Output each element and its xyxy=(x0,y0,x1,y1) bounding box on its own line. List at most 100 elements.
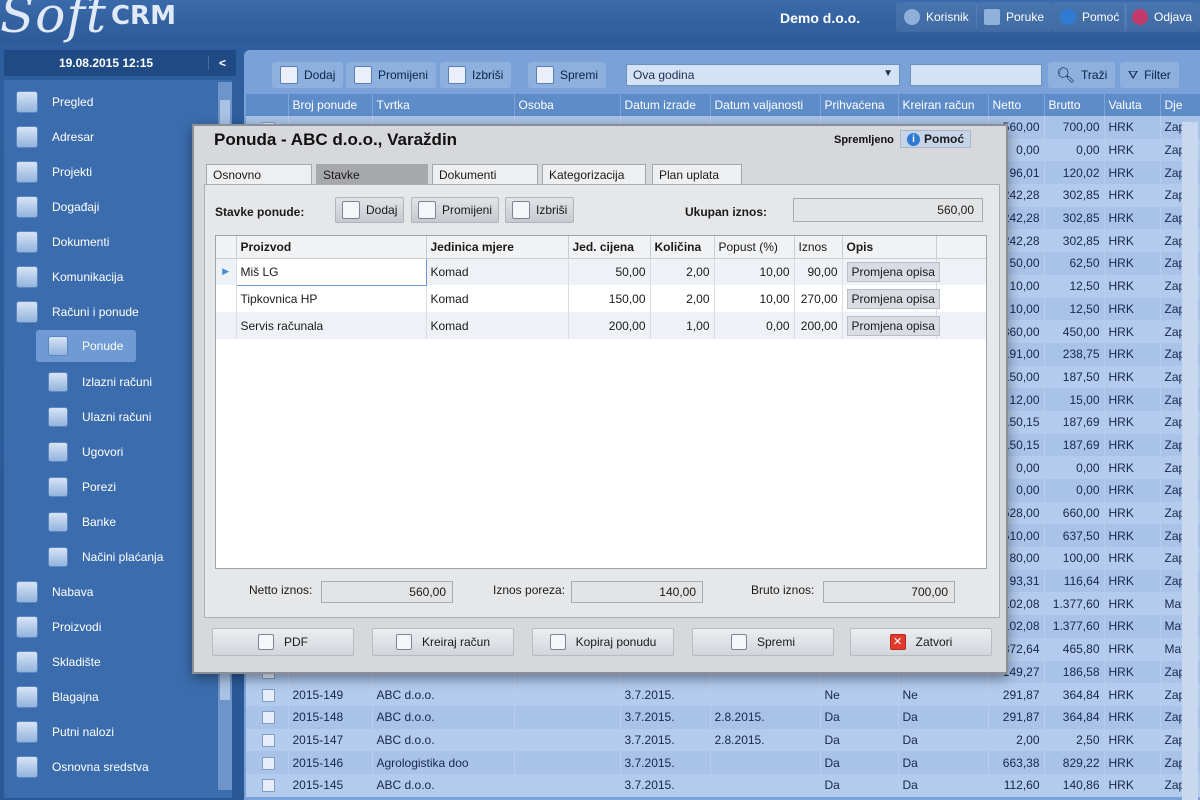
sidebar-item-proizvodi[interactable]: Proizvodi xyxy=(16,611,216,643)
sidebar-item-nabava[interactable]: Nabava xyxy=(16,576,216,608)
items-column-header[interactable]: Količina xyxy=(650,236,715,259)
sidebar-item-dogadaji[interactable]: Događaji xyxy=(16,191,216,223)
item-description-cell[interactable]: Promjena opisa xyxy=(842,285,940,312)
item-cell[interactable]: Servis računala xyxy=(236,312,427,339)
add-item-button[interactable]: Dodaj xyxy=(335,197,405,223)
item-cell[interactable]: Miš LG xyxy=(235,257,427,286)
add-button[interactable]: Dodaj xyxy=(272,62,344,88)
sidebar-item-blagajna[interactable]: Blagajna xyxy=(16,681,216,713)
edit-button[interactable]: Promijeni xyxy=(346,62,437,88)
sidebar-item-skladiste[interactable]: Skladište xyxy=(16,646,216,678)
change-description-button[interactable]: Promjena opisa xyxy=(846,261,940,282)
sidebar-item-pregled[interactable]: Pregled xyxy=(16,86,216,118)
item-cell[interactable]: 200,00 xyxy=(794,312,843,339)
row-checkbox[interactable] xyxy=(262,756,276,770)
tab-kategorizacija[interactable]: Kategorizacija xyxy=(542,164,646,184)
item-cell[interactable]: 150,00 xyxy=(568,285,651,312)
logout-button[interactable]: Odjava xyxy=(1124,2,1200,32)
change-description-button[interactable]: Promjena opisa xyxy=(846,315,940,336)
delete-item-button[interactable]: Izbriši xyxy=(505,197,575,223)
row-checkbox[interactable] xyxy=(262,688,276,702)
table-row[interactable]: 2015-148 ABC d.o.o. 3.7.2015. 2.8.2015. Da Da… xyxy=(246,705,1200,729)
item-cell[interactable]: Tipkovnica HP xyxy=(236,285,427,312)
close-button[interactable]: ✕ Zatvori xyxy=(850,628,992,656)
sidebar-item-nacini-placanja[interactable]: Načini plaćanja xyxy=(48,541,216,573)
grid-column-header[interactable]: Kreiran račun xyxy=(898,94,989,116)
sidebar-item-ulazni-racuni[interactable]: Ulazni računi xyxy=(48,401,216,433)
row-checkbox[interactable] xyxy=(262,779,276,793)
item-cell[interactable]: 10,00 xyxy=(714,285,795,312)
messages-button[interactable]: Poruke xyxy=(976,2,1053,32)
items-column-header[interactable]: Jed. cijena xyxy=(568,236,651,259)
tab-osnovno[interactable]: Osnovno xyxy=(206,164,312,184)
help-button[interactable]: Pomoć xyxy=(1052,2,1128,32)
pdf-button[interactable]: PDF xyxy=(212,628,354,656)
items-column-header[interactable]: Popust (%) xyxy=(714,236,795,259)
tab-plan-uplata[interactable]: Plan uplata xyxy=(652,164,742,184)
item-cell[interactable]: 0,00 xyxy=(714,312,795,339)
item-cell[interactable]: 50,00 xyxy=(568,258,651,285)
sidebar-item-dokumenti[interactable]: Dokumenti xyxy=(16,226,216,258)
grid-scrollbar[interactable] xyxy=(1182,122,1198,800)
sidebar-item-osnovna-sredstva[interactable]: Osnovna sredstva xyxy=(16,751,216,783)
period-select[interactable]: Ova godina ▼ xyxy=(626,64,900,86)
item-cell[interactable]: 1,00 xyxy=(650,312,715,339)
item-row[interactable]: ▶ Miš LG Komad 50,00 2,00 10,00 90,00 Promjena … xyxy=(216,257,986,286)
sidebar-item-porezi[interactable]: Porezi xyxy=(48,471,216,503)
item-cell[interactable]: 2,00 xyxy=(650,258,715,285)
sidebar-item-ponude[interactable]: Ponude xyxy=(36,330,136,362)
row-checkbox[interactable] xyxy=(262,734,276,748)
grid-column-header[interactable]: Broj ponude xyxy=(288,94,373,116)
grid-column-header[interactable]: Datum valjanosti xyxy=(710,94,821,116)
sidebar-item-projekti[interactable]: Projekti xyxy=(16,156,216,188)
search-input[interactable] xyxy=(910,64,1042,86)
table-row[interactable]: 2015-149 ABC d.o.o. 3.7.2015. Ne Ne 291,87 364… xyxy=(246,683,1200,706)
item-cell[interactable]: 90,00 xyxy=(794,258,843,285)
tab-stavke[interactable]: Stavke xyxy=(316,164,428,184)
grid-column-header[interactable]: Valuta xyxy=(1104,94,1161,116)
collapse-sidebar-button[interactable]: < xyxy=(208,56,236,70)
table-row[interactable]: 2015-147 ABC d.o.o. 3.7.2015. 2.8.2015. Da Da… xyxy=(246,728,1200,752)
sidebar-item-putni-nalozi[interactable]: Putni nalozi xyxy=(16,716,216,748)
save-button[interactable]: Spremi xyxy=(528,62,607,88)
grid-column-header[interactable]: Dje xyxy=(1160,94,1200,116)
change-description-button[interactable]: Promjena opisa xyxy=(846,288,940,309)
item-cell[interactable]: 200,00 xyxy=(568,312,651,339)
item-cell[interactable]: Komad xyxy=(426,258,569,285)
delete-button[interactable]: Izbriši xyxy=(440,62,512,88)
item-cell[interactable]: 2,00 xyxy=(650,285,715,312)
sidebar-item-komunikacija[interactable]: Komunikacija xyxy=(16,261,216,293)
item-description-cell[interactable]: Promjena opisa xyxy=(842,258,940,285)
search-button[interactable]: 🔍︎ Traži xyxy=(1048,62,1116,88)
item-cell[interactable]: Komad xyxy=(426,285,569,312)
sidebar-item-banke[interactable]: Banke xyxy=(48,506,216,538)
filter-button[interactable]: ⛛ Filter xyxy=(1120,62,1179,88)
edit-item-button[interactable]: Promijeni xyxy=(411,197,500,223)
grid-column-header[interactable]: Prihvaćena xyxy=(820,94,899,116)
grid-column-header[interactable]: Osoba xyxy=(514,94,621,116)
dialog-save-button[interactable]: Spremi xyxy=(692,628,834,656)
grid-column-header[interactable]: Datum izrade xyxy=(620,94,711,116)
grid-column-header[interactable]: Tvrtka xyxy=(372,94,515,116)
user-button[interactable]: Korisnik xyxy=(896,2,977,32)
sidebar-item-izlazni-racuni[interactable]: Izlazni računi xyxy=(48,366,216,398)
item-cell[interactable]: Komad xyxy=(426,312,569,339)
items-column-header[interactable]: Opis xyxy=(842,236,937,259)
create-invoice-button[interactable]: Kreiraj račun xyxy=(372,628,514,656)
item-cell[interactable]: 270,00 xyxy=(794,285,843,312)
items-column-header[interactable]: Iznos xyxy=(794,236,843,259)
tab-dokumenti[interactable]: Dokumenti xyxy=(432,164,538,184)
dialog-help-button[interactable]: i Pomoć xyxy=(900,130,972,148)
items-column-header[interactable]: Jedinica mjere xyxy=(426,236,569,259)
item-row[interactable]: Servis računala Komad 200,00 1,00 0,00 200,00… xyxy=(216,312,986,339)
items-column-header[interactable]: Proizvod xyxy=(236,236,427,259)
grid-column-header[interactable]: Netto xyxy=(988,94,1045,116)
row-checkbox[interactable] xyxy=(262,711,276,725)
sidebar-item-adresar[interactable]: Adresar xyxy=(16,121,216,153)
copy-offer-button[interactable]: Kopiraj ponudu xyxy=(532,628,674,656)
item-cell[interactable]: 10,00 xyxy=(714,258,795,285)
table-row[interactable]: 2015-146 Agrologistika doo 3.7.2015. Da Da 66… xyxy=(246,751,1200,774)
grid-column-header[interactable]: Brutto xyxy=(1044,94,1105,116)
sidebar-item-ugovori[interactable]: Ugovori xyxy=(48,436,216,468)
item-description-cell[interactable]: Promjena opisa xyxy=(842,312,940,339)
